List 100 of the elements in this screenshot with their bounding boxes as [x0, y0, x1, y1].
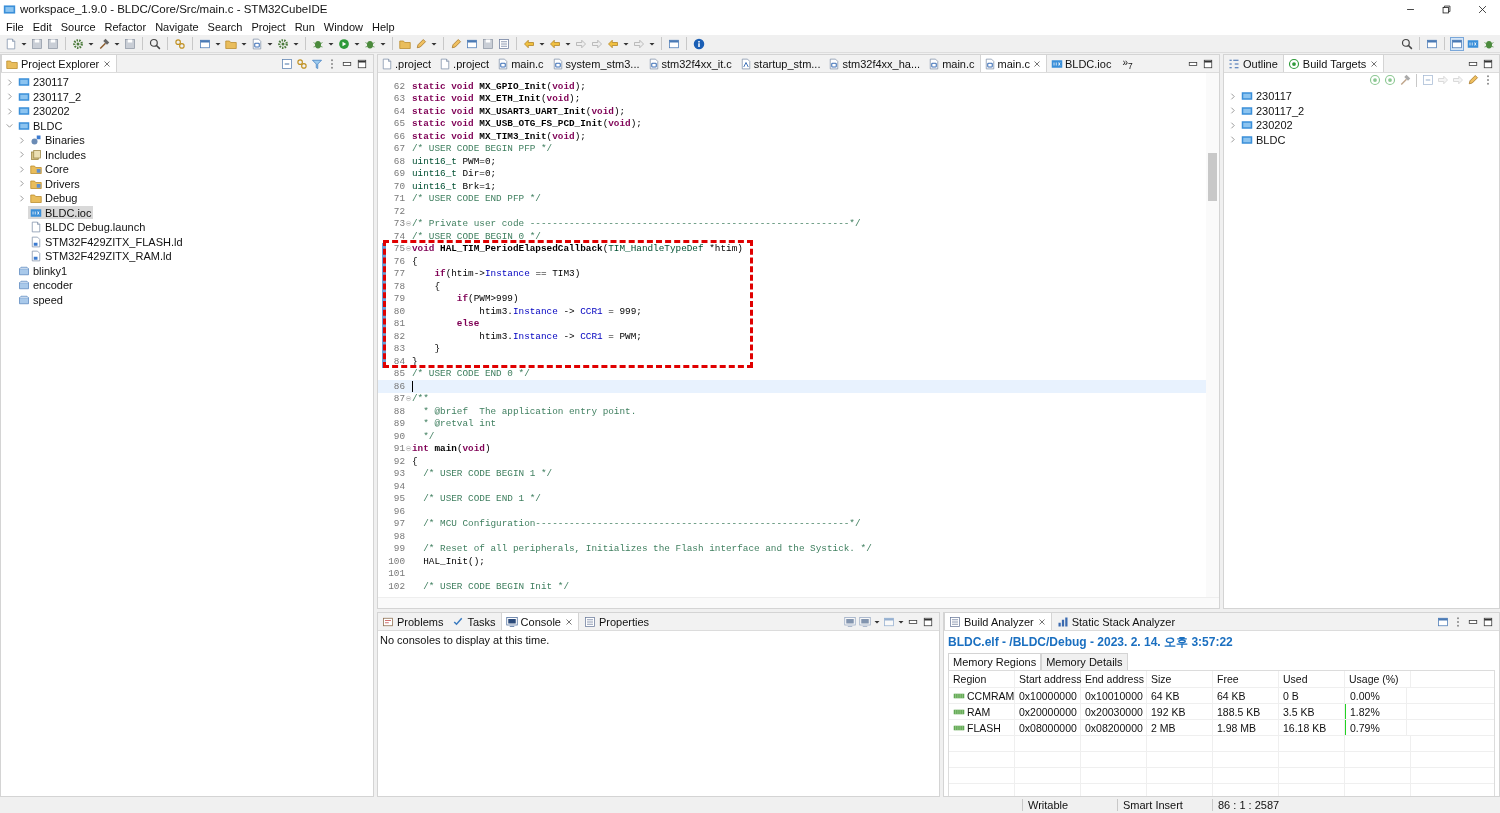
- editor-tab[interactable]: .project: [436, 55, 494, 72]
- tree-item[interactable]: 230202: [1239, 118, 1295, 132]
- tree-item[interactable]: 230117_2: [16, 90, 84, 104]
- line-number: 88: [392, 405, 405, 417]
- tree-item[interactable]: Debug: [28, 191, 80, 205]
- table-cell: 64 KB: [1213, 688, 1279, 703]
- view-tab[interactable]: Project Explorer: [1, 55, 118, 72]
- view-tab[interactable]: Properties: [579, 613, 654, 630]
- line-number: 66: [392, 130, 405, 142]
- editor-tab[interactable]: .project: [378, 55, 436, 72]
- line-number: 69: [392, 168, 405, 180]
- line-number: 65: [392, 118, 405, 130]
- menu-item[interactable]: Project: [247, 20, 290, 33]
- menu-item[interactable]: Window: [319, 20, 367, 33]
- code-line: uint16_t Brk=1;: [412, 180, 497, 192]
- view-tab[interactable]: Problems: [378, 613, 448, 630]
- status-item: 86 : 1 : 2587: [1212, 799, 1307, 811]
- tree-item[interactable]: speed: [16, 293, 65, 307]
- column-header[interactable]: Size: [1147, 671, 1213, 687]
- tree-item[interactable]: BLDC Debug.launch: [28, 220, 148, 234]
- editor-tab[interactable]: main.c: [925, 55, 979, 72]
- view-tab[interactable]: Static Stack Analyzer: [1052, 613, 1180, 630]
- column-header[interactable]: End address: [1081, 671, 1147, 687]
- line-number: 76: [392, 255, 405, 267]
- menu-item[interactable]: Source: [56, 20, 100, 33]
- tree-item[interactable]: 230202: [16, 104, 72, 118]
- tree-item[interactable]: Binaries: [28, 133, 87, 147]
- view-tab[interactable]: Outline: [1224, 55, 1282, 72]
- menu-item[interactable]: Navigate: [151, 20, 203, 33]
- table-cell: 0x10010000: [1081, 688, 1147, 703]
- menu-item[interactable]: Help: [368, 20, 399, 33]
- code-line: /* USER CODE BEGIN 0 */: [412, 230, 541, 242]
- status-item: Smart Insert: [1117, 799, 1212, 811]
- table-cell: 64 KB: [1147, 688, 1213, 703]
- code-line: /* Private user code ---------------------------------------------------------*/: [412, 218, 861, 230]
- line-number: 74: [392, 230, 405, 242]
- code-line: if(PWM>999): [455, 293, 519, 305]
- view-tab[interactable]: Tasks: [448, 613, 500, 630]
- tree-item[interactable]: 230117_2: [1239, 104, 1307, 118]
- column-header[interactable]: Used: [1279, 671, 1345, 687]
- code-line: static void MX_USB_OTG_FS_PCD_Init(void);: [412, 118, 642, 130]
- code-line: else: [455, 318, 480, 330]
- line-number: 100: [387, 555, 405, 567]
- table-cell: CCMRAM: [949, 688, 1015, 703]
- tree-item[interactable]: Includes: [28, 148, 88, 162]
- editor-tab[interactable]: stm32f4xx_ha...: [825, 55, 925, 72]
- tree-item[interactable]: Drivers: [28, 177, 82, 191]
- table-cell: 0.79%: [1345, 720, 1407, 735]
- tree-item[interactable]: STM32F429ZITX_RAM.ld: [28, 249, 174, 263]
- editor-tab[interactable]: system_stm3...: [548, 55, 644, 72]
- console-message: No consoles to display at this time.: [379, 633, 551, 648]
- view-tab[interactable]: Console: [500, 613, 579, 630]
- line-number: 64: [392, 105, 405, 117]
- tree-item[interactable]: encoder: [16, 278, 75, 292]
- editor-tab[interactable]: startup_stm...: [736, 55, 825, 72]
- tree-item[interactable]: STM32F429ZITX_FLASH.ld: [28, 235, 185, 249]
- view-tab[interactable]: Build Analyzer: [944, 613, 1052, 630]
- line-number: 63: [392, 93, 405, 105]
- tree-item[interactable]: BLDC.ioc: [28, 206, 94, 220]
- code-line: * @retval int: [422, 418, 497, 430]
- menu-item[interactable]: Refactor: [100, 20, 151, 33]
- tree-item[interactable]: BLDC: [16, 119, 65, 133]
- tree-item[interactable]: Core: [28, 162, 71, 176]
- line-number: 97: [392, 518, 405, 530]
- sub-tab[interactable]: Memory Details: [1041, 653, 1128, 670]
- editor-tab[interactable]: BLDC.ioc: [1047, 55, 1116, 72]
- table-cell: FLASH: [949, 720, 1015, 735]
- editor-tab[interactable]: stm32f4xx_it.c: [644, 55, 736, 72]
- table-cell: 1.98 MB: [1213, 720, 1279, 735]
- editor-tab[interactable]: main.c: [494, 55, 548, 72]
- code-line: /* MCU Configuration--------------------------------------------------------*/: [422, 518, 861, 530]
- menu-item[interactable]: File: [2, 20, 28, 33]
- code-line: /* USER CODE END 0 */: [412, 368, 530, 380]
- column-header[interactable]: Free: [1213, 671, 1279, 687]
- line-number: 80: [392, 305, 405, 317]
- code-line: /* USER CODE END PFP */: [412, 193, 541, 205]
- view-tab[interactable]: Build Targets: [1282, 55, 1385, 72]
- column-header[interactable]: Start address: [1015, 671, 1081, 687]
- line-number: 102: [387, 580, 405, 592]
- menu-item[interactable]: Edit: [28, 20, 56, 33]
- line-number: 73: [392, 218, 405, 230]
- line-number: 85: [392, 368, 405, 380]
- code-line: * @brief The application entry point.: [422, 405, 637, 417]
- line-number: 70: [392, 180, 405, 192]
- line-number: 99: [392, 543, 405, 555]
- tree-item[interactable]: 230117: [16, 75, 71, 89]
- line-number: 90: [392, 430, 405, 442]
- tree-item[interactable]: BLDC: [1239, 133, 1288, 147]
- menu-item[interactable]: Search: [203, 20, 247, 33]
- column-header[interactable]: Usage (%): [1345, 671, 1411, 687]
- more-tabs-button[interactable]: »$_{7}$: [1116, 56, 1137, 71]
- tree-item[interactable]: 230117: [1239, 89, 1294, 103]
- menu-item[interactable]: Run: [290, 20, 319, 33]
- table-cell: 0x20000000: [1015, 704, 1081, 719]
- window-title: workspace_1.9.0 - BLDC/Core/Src/main.c - STM32CubeIDE: [20, 3, 328, 15]
- column-header[interactable]: Region: [949, 671, 1015, 687]
- table-cell: 0 B: [1279, 688, 1345, 703]
- sub-tab[interactable]: Memory Regions: [948, 653, 1042, 670]
- editor-tab[interactable]: main.c: [979, 55, 1047, 72]
- tree-item[interactable]: blinky1: [16, 264, 70, 278]
